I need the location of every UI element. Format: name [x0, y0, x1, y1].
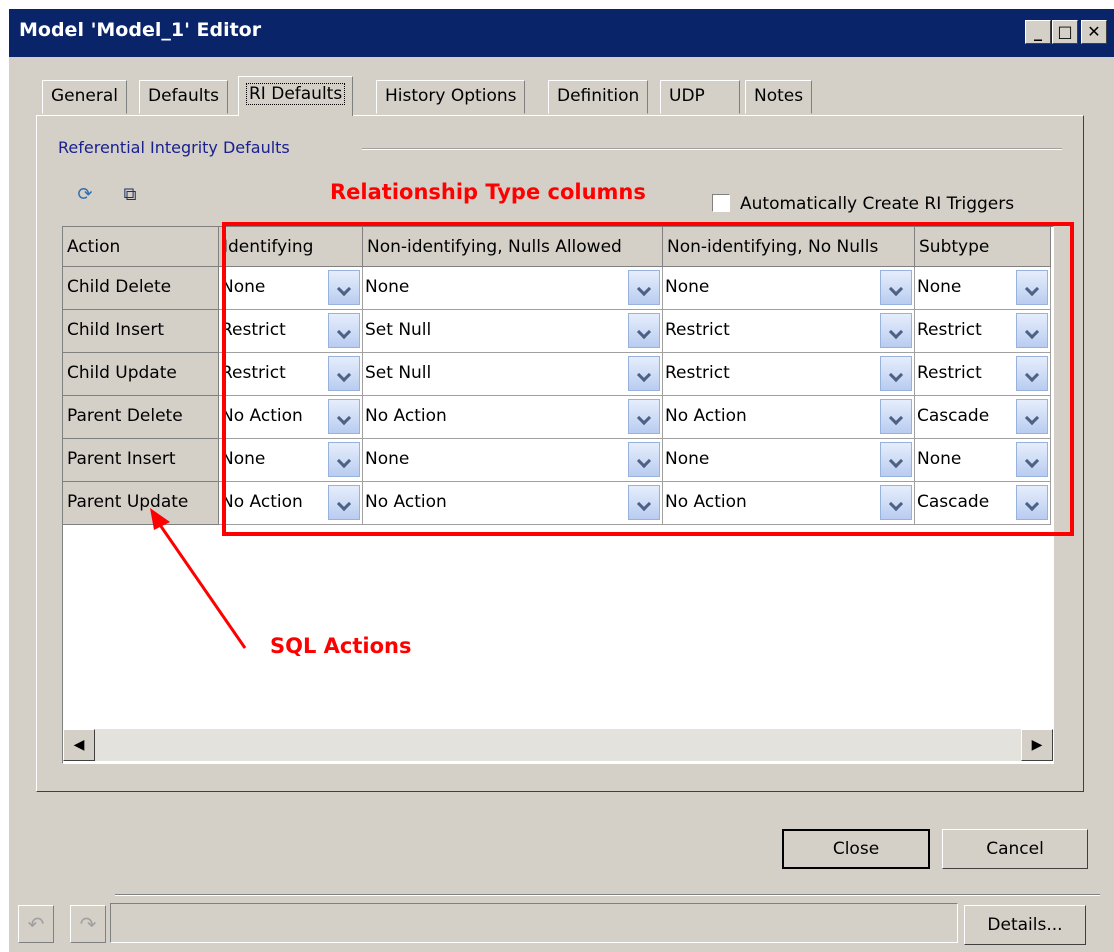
- tab-general[interactable]: General: [42, 80, 127, 114]
- row-header: Parent Delete: [63, 396, 219, 439]
- sql-actions-annotation: SQL Actions: [270, 634, 412, 658]
- redo-icon[interactable]: ↷: [70, 905, 106, 943]
- row-header: Child Insert: [63, 310, 219, 353]
- scroll-left-icon[interactable]: ◀: [63, 729, 95, 761]
- cancel-button[interactable]: Cancel: [942, 829, 1088, 869]
- row-header: Child Delete: [63, 267, 219, 310]
- close-button[interactable]: Close: [782, 829, 930, 869]
- minimize-button[interactable]: _: [1025, 20, 1051, 44]
- ri-triggers-checkbox[interactable]: [712, 194, 730, 212]
- details-button[interactable]: Details...: [964, 905, 1086, 945]
- close-window-button[interactable]: ✕: [1081, 20, 1107, 44]
- tab-history-options[interactable]: History Options: [376, 80, 526, 114]
- row-header: Child Update: [63, 353, 219, 396]
- window-title: Model 'Model_1' Editor: [19, 19, 262, 41]
- tab-definition[interactable]: Definition: [548, 80, 649, 114]
- maximize-button[interactable]: □: [1052, 20, 1078, 44]
- refresh-icon[interactable]: ⟳: [72, 182, 98, 208]
- horizontal-scrollbar[interactable]: ◀ ▶: [63, 729, 1053, 761]
- group-divider: [362, 148, 1062, 150]
- group-label: Referential Integrity Defaults: [58, 138, 290, 157]
- status-field: [110, 903, 958, 943]
- annotation-arrow: [150, 508, 247, 649]
- tab-notes[interactable]: Notes: [745, 80, 813, 114]
- tab-defaults[interactable]: Defaults: [139, 80, 228, 114]
- relationship-columns-highlight: [222, 222, 1074, 536]
- undo-icon[interactable]: ↶: [18, 905, 54, 943]
- options-icon[interactable]: ⧉: [117, 182, 143, 208]
- title-bar[interactable]: Model 'Model_1' Editor _ □ ✕: [9, 9, 1114, 57]
- ri-triggers-label[interactable]: Automatically Create RI Triggers: [740, 194, 1014, 214]
- row-header: Parent Insert: [63, 439, 219, 482]
- scroll-right-icon[interactable]: ▶: [1021, 729, 1053, 761]
- relationship-type-annotation: Relationship Type columns: [330, 180, 646, 204]
- tab-ri-defaults[interactable]: RI Defaults: [238, 76, 354, 116]
- footer-divider: [115, 894, 1100, 896]
- tab-udp[interactable]: UDP: [660, 80, 740, 114]
- column-header-action[interactable]: Action: [63, 227, 219, 267]
